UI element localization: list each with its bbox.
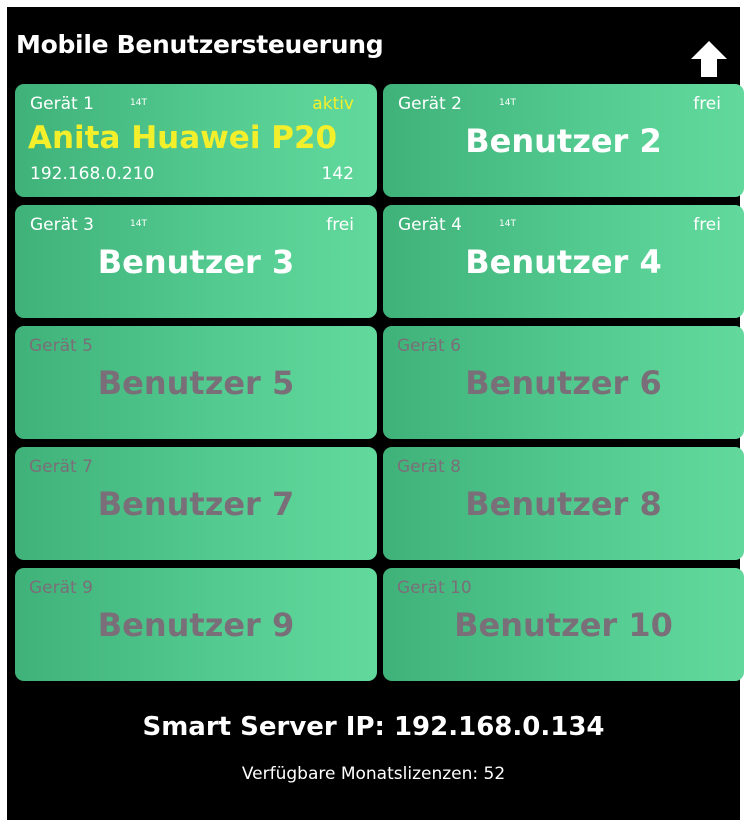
- device-status: frei: [693, 215, 721, 235]
- device-grid: Gerät 1 14T aktiv Anita Huawei P20 192.1…: [15, 84, 744, 684]
- device-user: Benutzer 2: [465, 122, 662, 160]
- license-count-label: Verfügbare Monatslizenzen: 52: [241, 764, 506, 784]
- device-ip: 192.168.0.210: [30, 164, 155, 184]
- device-label: Gerät 4: [398, 215, 462, 235]
- device-tile-8[interactable]: Gerät 8 Benutzer 8: [383, 447, 744, 560]
- device-label: Gerät 10: [397, 578, 472, 598]
- device-count: 142: [321, 164, 354, 184]
- device-user: Benutzer 4: [465, 243, 662, 281]
- device-user: Benutzer 3: [97, 243, 295, 281]
- device-tile-3[interactable]: Gerät 3 14T frei Benutzer 3: [15, 205, 377, 318]
- device-tile-7[interactable]: Gerät 7 Benutzer 7: [15, 447, 377, 560]
- device-user: Benutzer 8: [465, 485, 662, 523]
- device-user: Benutzer 5: [97, 364, 295, 402]
- device-user: Benutzer 7: [97, 485, 295, 523]
- device-label: Gerät 5: [29, 336, 93, 356]
- device-label: Gerät 9: [29, 578, 93, 598]
- device-tag: 14T: [130, 219, 147, 229]
- device-label: Gerät 8: [397, 457, 461, 477]
- device-tag: 14T: [130, 98, 147, 108]
- device-user: Anita Huawei P20: [28, 120, 338, 156]
- device-tile-4[interactable]: Gerät 4 14T frei Benutzer 4: [383, 205, 744, 318]
- device-user: Benutzer 10: [454, 606, 673, 644]
- device-tile-2[interactable]: Gerät 2 14T frei Benutzer 2: [383, 84, 744, 197]
- device-status: aktiv: [312, 94, 354, 114]
- device-status: frei: [693, 94, 721, 114]
- page-title: Mobile Benutzersteuerung: [16, 30, 384, 59]
- device-tile-6[interactable]: Gerät 6 Benutzer 6: [383, 326, 744, 439]
- device-tag: 14T: [499, 98, 516, 108]
- device-user: Benutzer 9: [97, 606, 295, 644]
- device-status: frei: [326, 215, 354, 235]
- device-label: Gerät 7: [29, 457, 93, 477]
- device-label: Gerät 1: [30, 94, 94, 114]
- device-tile-9[interactable]: Gerät 9 Benutzer 9: [15, 568, 377, 681]
- device-user: Benutzer 6: [465, 364, 662, 402]
- device-tag: 14T: [499, 219, 516, 229]
- device-tile-1[interactable]: Gerät 1 14T aktiv Anita Huawei P20 192.1…: [15, 84, 377, 197]
- device-label: Gerät 6: [397, 336, 461, 356]
- arrow-up-icon[interactable]: [690, 40, 728, 78]
- device-tile-10[interactable]: Gerät 10 Benutzer 10: [383, 568, 744, 681]
- device-label: Gerät 3: [30, 215, 94, 235]
- device-label: Gerät 2: [398, 94, 462, 114]
- device-tile-5[interactable]: Gerät 5 Benutzer 5: [15, 326, 377, 439]
- server-ip-label: Smart Server IP: 192.168.0.134: [142, 712, 605, 742]
